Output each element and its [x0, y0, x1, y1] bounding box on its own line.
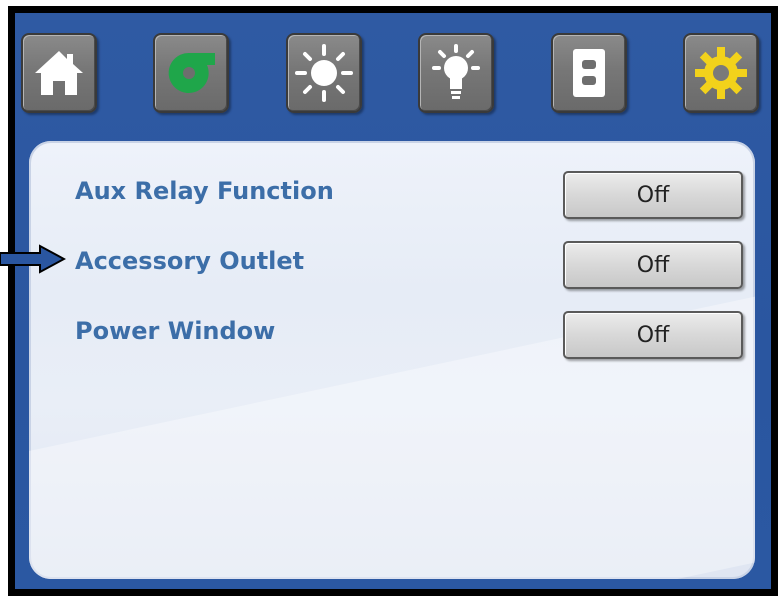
interior-light-button[interactable]: [418, 33, 494, 113]
blower-button[interactable]: [153, 33, 229, 113]
light-bulb-icon: [432, 44, 480, 99]
outlet-button[interactable]: [551, 33, 627, 113]
row-label-power-window: Power Window: [75, 317, 276, 345]
settings-panel: Aux Relay Function Off Accessory Outlet …: [29, 141, 755, 579]
row-label-accessory-outlet: Accessory Outlet: [75, 247, 305, 275]
top-toolbar: [15, 13, 771, 133]
accessory-outlet-value-button[interactable]: Off: [563, 241, 743, 289]
blower-fan-icon: [168, 52, 215, 93]
outlet-icon: [573, 49, 605, 97]
display-screen: Aux Relay Function Off Accessory Outlet …: [15, 13, 771, 589]
home-button[interactable]: [21, 33, 97, 113]
power-window-value-button[interactable]: Off: [563, 311, 743, 359]
settings-button[interactable]: [683, 33, 759, 113]
row-label-aux-relay: Aux Relay Function: [75, 177, 334, 205]
gear-icon: [695, 47, 747, 99]
exterior-light-button[interactable]: [286, 33, 362, 113]
house-icon: [35, 51, 83, 95]
device-frame: Aux Relay Function Off Accessory Outlet …: [8, 6, 778, 596]
sun-icon: [295, 44, 353, 102]
aux-relay-value-button[interactable]: Off: [563, 171, 743, 219]
selection-arrow-icon: [0, 244, 66, 274]
